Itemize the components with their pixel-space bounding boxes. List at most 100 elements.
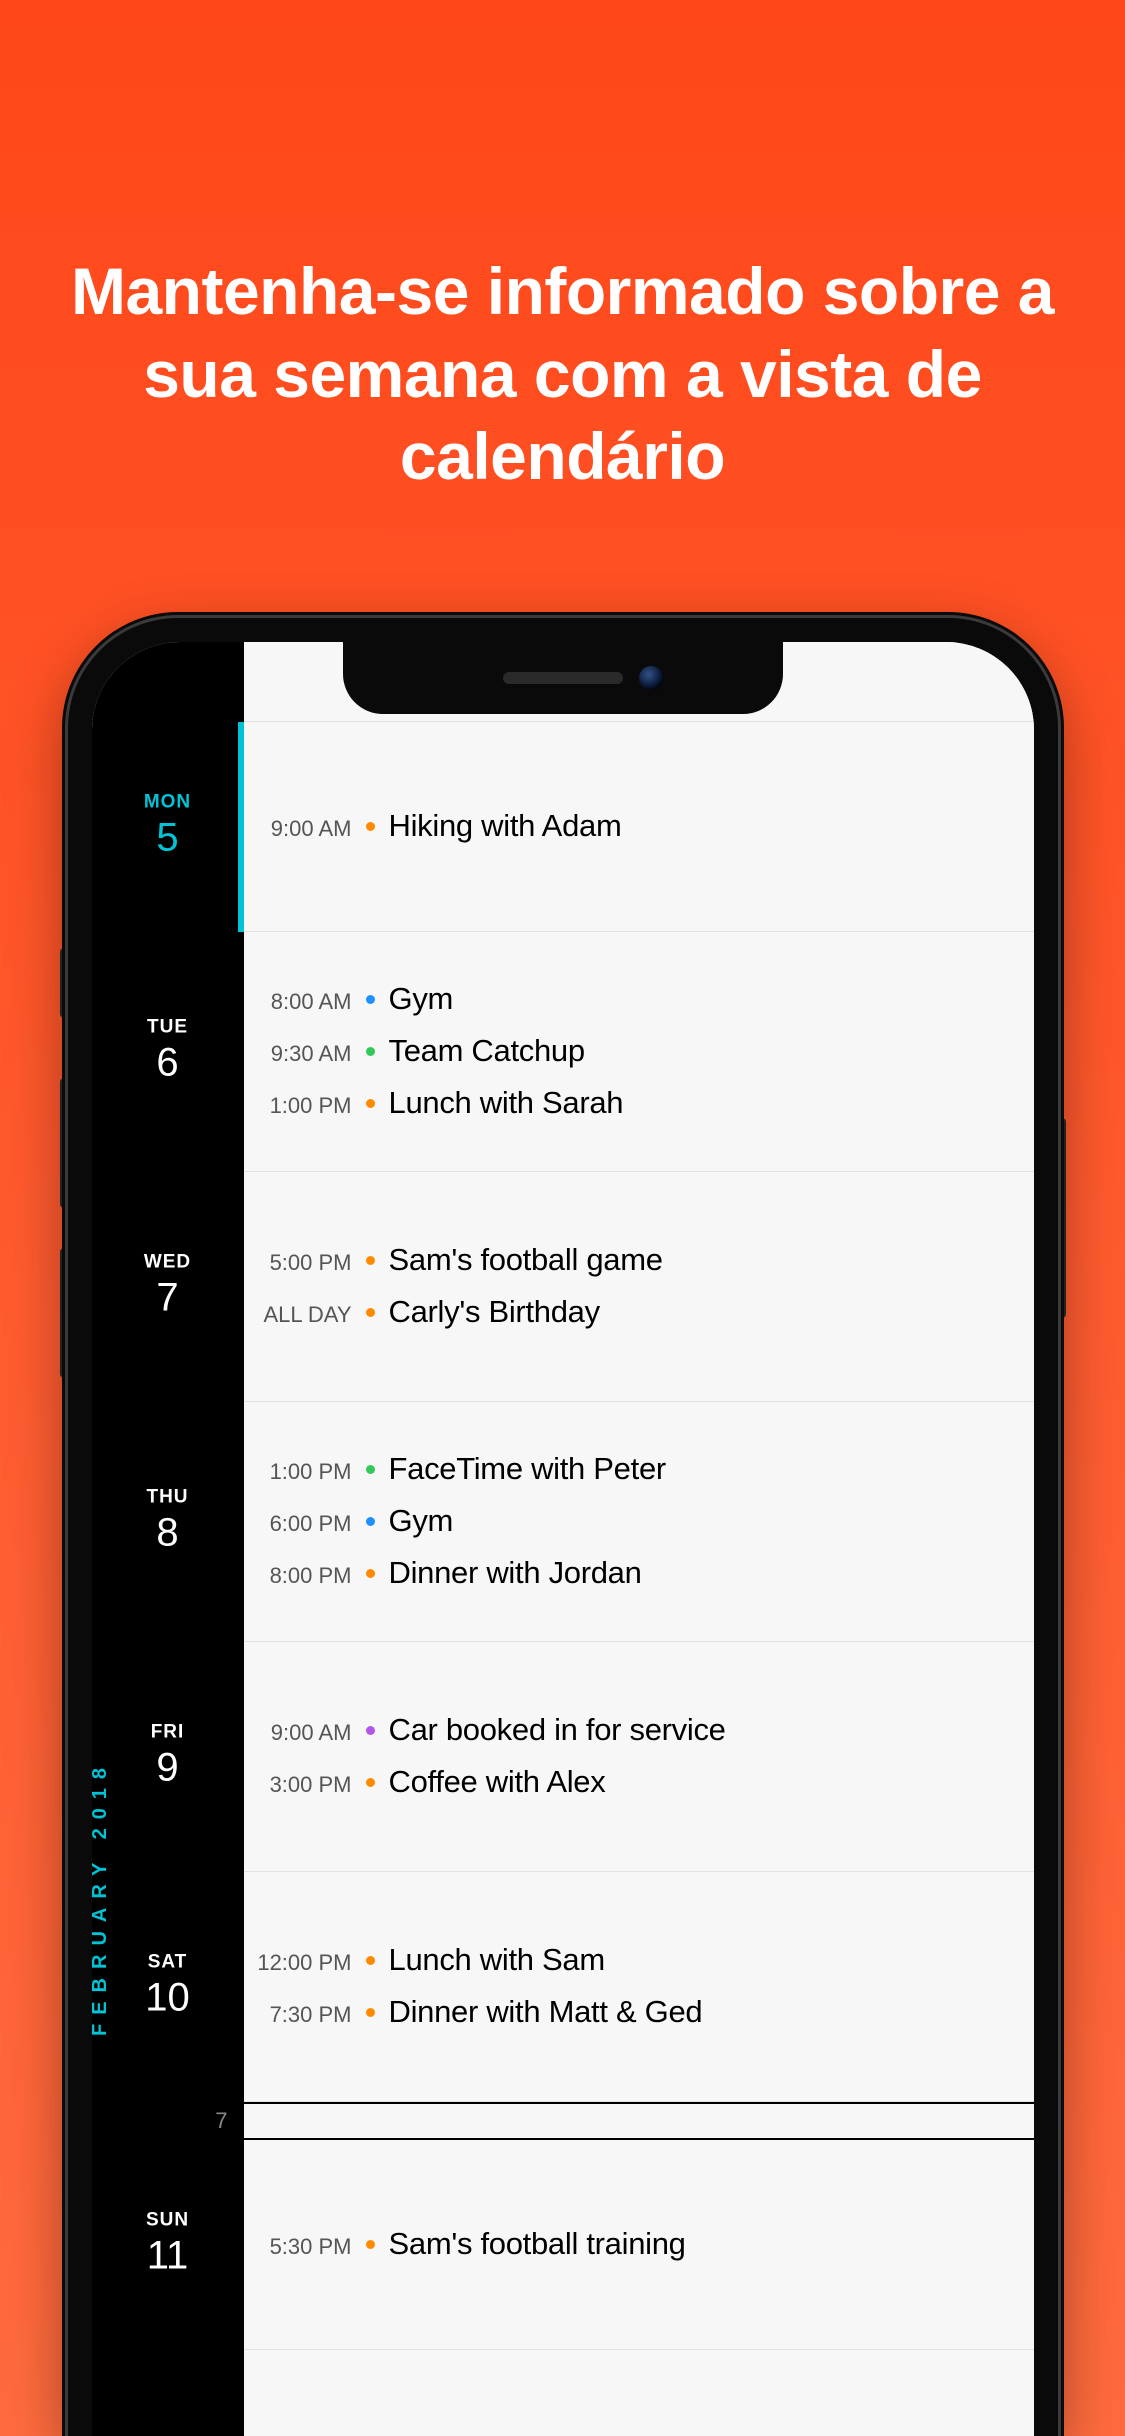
event-row[interactable]: 9:30 AM Team Catchup <box>244 1033 1014 1069</box>
event-title: Lunch with Sam <box>389 1942 605 1978</box>
phone-volume-down-button <box>60 1248 68 1378</box>
event-row[interactable]: 9:00 AM Car booked in for service <box>244 1712 1014 1748</box>
calendar-week-view: FEBRUARY 2018 MON59:00 AMHiking with Ada… <box>92 642 1034 2436</box>
event-row[interactable]: 1:00 PM Lunch with Sarah <box>244 1085 1014 1121</box>
calendar-dot-icon <box>366 1465 375 1474</box>
event-time: 9:00 AM <box>244 816 352 842</box>
calendar-dot-icon <box>366 1726 375 1735</box>
day-of-week: SAT <box>92 1952 244 1974</box>
event-title: Team Catchup <box>389 1033 585 1069</box>
calendar-dot-icon <box>366 1308 375 1317</box>
events-list: 5:30 PM Sam's football training <box>244 2140 1034 2349</box>
day-row[interactable]: MON59:00 AMHiking with Adam <box>244 722 1034 932</box>
phone-silence-switch <box>60 948 68 1018</box>
day-number: 10 <box>92 1976 244 2021</box>
event-row[interactable]: 5:30 PM Sam's football training <box>244 2226 1014 2262</box>
events-list: 5:00 PM Sam's football game ALL DAY Carly's… <box>244 1172 1034 1401</box>
event-row[interactable]: 8:00 PMDinner with Jordan <box>244 1555 1014 1591</box>
event-title: Gym <box>389 1503 454 1539</box>
calendar-dot-icon <box>366 1099 375 1108</box>
phone-screen: FEBRUARY 2018 MON59:00 AMHiking with Ada… <box>92 642 1034 2436</box>
day-label: FRI9 <box>92 1722 244 1791</box>
phone-mockup: FEBRUARY 2018 MON59:00 AMHiking with Ada… <box>68 618 1058 2436</box>
day-number: 11 <box>92 2234 244 2279</box>
day-label: WED7 <box>92 1252 244 1321</box>
day-of-week: SUN <box>92 2210 244 2232</box>
speaker-grille <box>503 672 623 684</box>
event-time: 12:00 PM <box>244 1950 352 1976</box>
day-label: SAT10 <box>92 1952 244 2021</box>
week-number: 7 <box>92 2108 244 2134</box>
day-row[interactable]: SUN115:30 PMSam's football training <box>244 2140 1034 2350</box>
event-row[interactable]: 5:00 PM Sam's football game <box>244 1242 1014 1278</box>
event-title: Dinner with Jordan <box>389 1555 642 1591</box>
event-time: ALL DAY <box>244 1302 352 1328</box>
day-row[interactable]: TUE68:00 AMGym9:30 AMTeam Catchup1:00 PM… <box>244 932 1034 1172</box>
calendar-content[interactable]: MON59:00 AMHiking with AdamTUE68:00 AMGy… <box>244 642 1034 2436</box>
event-title: Coffee with Alex <box>389 1764 606 1800</box>
day-of-week: FRI <box>92 1722 244 1744</box>
day-number: 7 <box>92 1276 244 1321</box>
event-time: 8:00 AM <box>244 989 352 1015</box>
event-row[interactable]: 12:00 PM Lunch with Sam <box>244 1942 1014 1978</box>
day-number: 9 <box>92 1746 244 1791</box>
phone-volume-up-button <box>60 1078 68 1208</box>
calendar-dot-icon <box>366 1956 375 1965</box>
phone-notch <box>343 642 783 714</box>
event-row[interactable]: 1:00 PM FaceTime with Peter <box>244 1451 1014 1487</box>
calendar-dot-icon <box>366 1256 375 1265</box>
events-list: 9:00 AMHiking with Adam <box>244 722 1034 931</box>
events-list: 9:00 AM Car booked in for service 3:00 PM C… <box>244 1642 1034 1871</box>
event-title: Car booked in for service <box>389 1712 726 1748</box>
event-row[interactable]: 7:30 PM Dinner with Matt & Ged <box>244 1994 1014 2030</box>
calendar-dot-icon <box>366 1517 375 1526</box>
day-label: SUN11 <box>92 2210 244 2279</box>
event-title: Lunch with Sarah <box>389 1085 624 1121</box>
day-label: THU8 <box>92 1487 244 1556</box>
event-time: 1:00 PM <box>244 1459 352 1485</box>
calendar-dot-icon <box>366 822 375 831</box>
event-time: 3:00 PM <box>244 1772 352 1798</box>
day-of-week: TUE <box>92 1017 244 1039</box>
event-title: Sam's football game <box>389 1242 663 1278</box>
calendar-dot-icon <box>366 1778 375 1787</box>
day-label: MON5 <box>92 792 244 861</box>
event-title: Carly's Birthday <box>389 1294 600 1330</box>
event-time: 9:30 AM <box>244 1041 352 1067</box>
day-of-week: WED <box>92 1252 244 1274</box>
day-row[interactable]: WED75:00 PMSam's football gameALL DAYCar… <box>244 1172 1034 1402</box>
event-time: 1:00 PM <box>244 1093 352 1119</box>
calendar-dot-icon <box>366 995 375 1004</box>
calendar-dot-icon <box>366 1569 375 1578</box>
phone-power-button <box>1058 1118 1066 1318</box>
event-title: Gym <box>389 981 454 1017</box>
event-row[interactable]: 3:00 PM Coffee with Alex <box>244 1764 1014 1800</box>
event-time: 5:00 PM <box>244 1250 352 1276</box>
day-row[interactable]: FRI99:00 AMCar booked in for service3:00… <box>244 1642 1034 1872</box>
calendar-dot-icon <box>366 1047 375 1056</box>
hero-headline: Mantenha-se informado sobre a sua semana… <box>0 250 1125 498</box>
event-time: 6:00 PM <box>244 1511 352 1537</box>
week-divider: 7 <box>244 2102 1034 2140</box>
event-row[interactable]: 9:00 AMHiking with Adam <box>244 808 1014 844</box>
day-number: 5 <box>92 816 244 861</box>
event-time: 9:00 AM <box>244 1720 352 1746</box>
event-time: 7:30 PM <box>244 2002 352 2028</box>
events-list: 8:00 AM Gym 9:30 AM Team Catchup 1:00 PM Lunc… <box>244 932 1034 1171</box>
day-row[interactable]: SAT1012:00 PMLunch with Sam7:30 PMDinner… <box>244 1872 1034 2102</box>
event-row[interactable]: ALL DAY Carly's Birthday <box>244 1294 1014 1330</box>
calendar-dot-icon <box>366 2240 375 2249</box>
day-label: TUE6 <box>92 1017 244 1086</box>
event-row[interactable]: 6:00 PM Gym <box>244 1503 1014 1539</box>
event-title: Sam's football training <box>389 2226 686 2262</box>
calendar-dot-icon <box>366 2008 375 2017</box>
phone-frame: FEBRUARY 2018 MON59:00 AMHiking with Ada… <box>68 618 1058 2436</box>
day-number: 8 <box>92 1511 244 1556</box>
event-title: FaceTime with Peter <box>389 1451 666 1487</box>
event-title: Dinner with Matt & Ged <box>389 1994 703 2030</box>
day-row[interactable]: THU81:00 PMFaceTime with Peter6:00 PMGym… <box>244 1402 1034 1642</box>
events-list: 1:00 PM FaceTime with Peter 6:00 PM Gym 8:00… <box>244 1402 1034 1641</box>
event-row[interactable]: 8:00 AM Gym <box>244 981 1014 1017</box>
day-of-week: THU <box>92 1487 244 1509</box>
event-time: 5:30 PM <box>244 2234 352 2260</box>
